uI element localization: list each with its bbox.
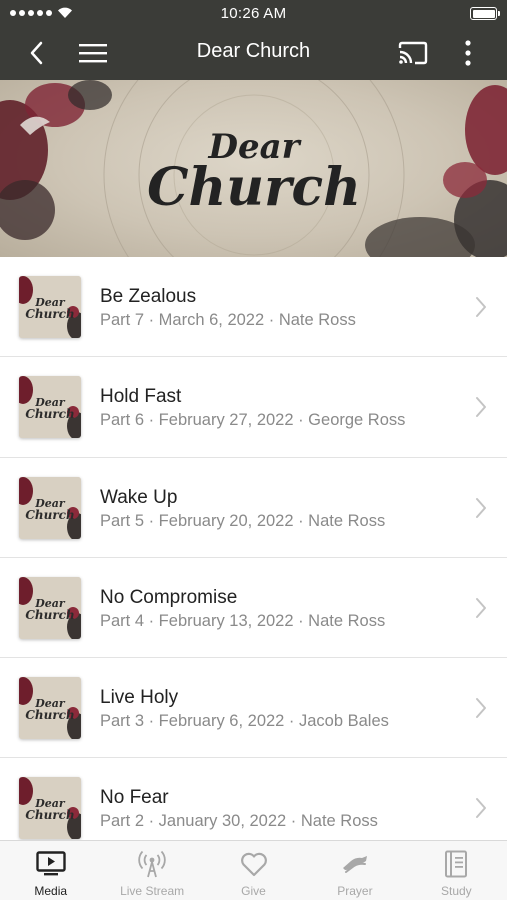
- sermon-title: Wake Up: [100, 486, 178, 508]
- sermon-thumbnail: Dear Church: [19, 677, 81, 740]
- tv-icon: [36, 851, 66, 876]
- chevron-right-icon: [476, 497, 486, 518]
- sermon-thumbnail: Dear Church: [19, 576, 81, 639]
- list-item[interactable]: Dear Church Hold Fast Part 6 · February …: [0, 357, 507, 458]
- list-item[interactable]: Dear Church No Fear Part 2 · January 30,…: [0, 758, 507, 840]
- sermon-meta: Part 5 · February 20, 2022 · Nate Ross: [100, 511, 386, 530]
- more-vertical-icon: [465, 40, 471, 66]
- book-icon: [445, 850, 468, 878]
- tab-label: Live Stream: [120, 884, 185, 898]
- sermon-thumbnail: Dear Church: [19, 476, 81, 539]
- sermon-list: Dear Church Be Zealous Part 7 · March 6,…: [0, 257, 507, 840]
- sermon-thumbnail: Dear Church: [19, 276, 81, 338]
- tab-live-stream[interactable]: Live Stream: [101, 841, 202, 900]
- tab-bar: Media Live Stream Give Prayer Study: [0, 840, 507, 900]
- tab-label: Give: [241, 884, 266, 898]
- status-time: 10:26 AM: [220, 5, 287, 22]
- chevron-right-icon: [476, 397, 486, 418]
- cast-button[interactable]: [398, 38, 428, 68]
- sermon-title: Hold Fast: [100, 386, 182, 408]
- page-title: Dear Church: [196, 40, 311, 62]
- svg-text:Church: Church: [25, 808, 74, 822]
- tab-give[interactable]: Give: [203, 841, 304, 900]
- svg-text:Church: Church: [25, 307, 74, 321]
- svg-text:Church: Church: [25, 407, 74, 421]
- list-item[interactable]: Dear Church No Compromise Part 4 · Febru…: [0, 558, 507, 659]
- tab-label: Media: [34, 884, 68, 898]
- sermon-thumbnail: Dear Church: [19, 376, 81, 439]
- svg-text:Church: Church: [25, 508, 74, 522]
- sermon-meta: Part 6 · February 27, 2022 · George Ross: [100, 411, 406, 430]
- tab-study[interactable]: Study: [406, 841, 507, 900]
- cast-icon: [398, 41, 428, 65]
- series-banner: Dear Church: [0, 80, 507, 257]
- tab-label: Study: [440, 884, 472, 898]
- chevron-right-icon: [476, 698, 486, 719]
- chevron-right-icon: [476, 597, 486, 618]
- antenna-icon: [138, 850, 166, 878]
- praying-hands-icon: [342, 856, 367, 873]
- tab-label: Prayer: [337, 884, 373, 898]
- navigation-bar: Dear Church: [0, 26, 507, 80]
- more-options-button[interactable]: [453, 38, 483, 68]
- sermon-meta: Part 4 · February 13, 2022 · Nate Ross: [100, 611, 386, 630]
- tab-prayer[interactable]: Prayer: [304, 841, 405, 900]
- sermon-meta: Part 3 · February 6, 2022 · Jacob Bales: [100, 712, 389, 731]
- svg-text:Church: Church: [25, 608, 74, 622]
- banner-title-line2: Church: [147, 157, 361, 218]
- sermon-title: No Fear: [100, 787, 169, 809]
- chevron-right-icon: [476, 297, 486, 317]
- chevron-right-icon: [476, 798, 486, 819]
- svg-text:Church: Church: [25, 708, 74, 722]
- list-item[interactable]: Dear Church Be Zealous Part 7 · March 6,…: [0, 257, 507, 358]
- battery-icon: [470, 7, 500, 20]
- sermon-title: Be Zealous: [100, 286, 197, 307]
- sermon-thumbnail: Dear Church: [19, 777, 81, 840]
- status-bar: 10:26 AM: [0, 0, 507, 26]
- sermon-title: No Compromise: [100, 586, 238, 608]
- sermon-meta: Part 7 · March 6, 2022 · Nate Ross: [100, 311, 356, 329]
- sermon-title: Live Holy: [100, 687, 179, 709]
- heart-icon: [240, 852, 267, 877]
- list-item[interactable]: Dear Church Wake Up Part 5 · February 20…: [0, 458, 507, 558]
- sermon-meta: Part 2 · January 30, 2022 · Nate Ross: [100, 812, 378, 831]
- list-item[interactable]: Dear Church Live Holy Part 3 · February …: [0, 658, 507, 759]
- top-bar: 10:26 AM Dear Church: [0, 0, 507, 80]
- banner-artwork: DearChurch: [0, 80, 507, 257]
- tab-media[interactable]: Media: [0, 841, 101, 900]
